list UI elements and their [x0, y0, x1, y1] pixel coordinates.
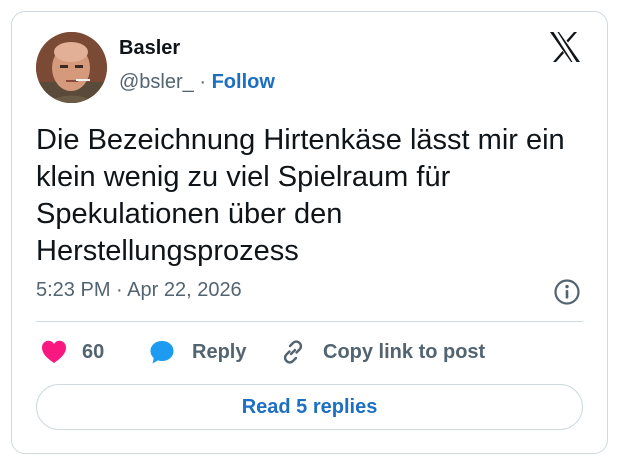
avatar-image	[36, 32, 107, 103]
x-logo-icon[interactable]	[548, 30, 582, 64]
tweet-timestamp[interactable]: 5:23 PM · Apr 22, 2026	[36, 279, 242, 302]
heart-icon	[42, 340, 66, 363]
like-button[interactable]: 60	[40, 334, 104, 370]
tweet-text: Die Bezeichnung Hirtenkäse lässt mir ein…	[36, 122, 596, 270]
tweet-text-line: Die Bezeichnung Hirtenkäse lässt mir ein	[36, 124, 565, 156]
reply-label: Reply	[192, 340, 247, 363]
reply-button[interactable]: Reply	[148, 334, 246, 370]
avatar[interactable]	[36, 32, 107, 103]
author-name[interactable]: Basler	[119, 37, 180, 60]
copy-link-label: Copy link to post	[323, 340, 486, 363]
handle-separator: ·	[199, 71, 207, 93]
copy-link-button[interactable]: Copy link to post	[279, 334, 485, 370]
speech-bubble-icon	[150, 341, 174, 364]
author-handle-row: @bsler_ · Follow	[119, 71, 275, 94]
link-icon	[283, 340, 303, 364]
tweet-text-line: Herstellungsprozess	[36, 235, 299, 267]
like-count: 60	[82, 340, 105, 363]
divider	[36, 321, 583, 322]
follow-button[interactable]: Follow	[212, 71, 275, 93]
tweet-text-line: klein wenig zu viel Spielraum für	[36, 161, 451, 193]
tweet-text-line: Spekulationen über den	[36, 198, 343, 230]
info-icon[interactable]	[553, 278, 581, 306]
author-handle[interactable]: @bsler_	[119, 71, 194, 93]
read-replies-button[interactable]: Read 5 replies	[36, 384, 583, 430]
